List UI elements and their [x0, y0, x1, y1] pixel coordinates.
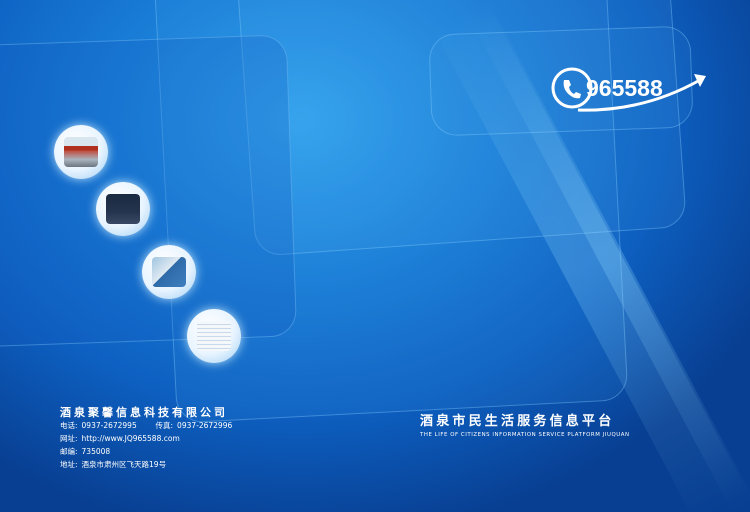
address-value: 酒泉市肃州区飞天路19号 [81, 460, 167, 469]
brochure-cover: 965588 酒泉聚馨信息科技有限公司 电话: 0937-2672995 传真: 0… [0, 0, 750, 512]
contact-address: 地址: 酒泉市肃州区飞天路19号 [60, 459, 166, 470]
address-label: 地址: [60, 460, 78, 469]
phone-value: 0937-2672995 [81, 421, 137, 430]
hotline-number: 965588 [586, 75, 663, 101]
fax-value: 0937-2672996 [177, 421, 233, 430]
spreadsheet-photo [187, 309, 241, 363]
contact-postcode: 邮编: 735008 [60, 446, 110, 457]
postcode-value: 735008 [81, 447, 111, 456]
platform-subtitle: THE LIFE OF CITIZENS INFORMATION SERVICE… [420, 432, 630, 438]
contact-website: 网址: http://www.JQ965588.com [60, 433, 180, 444]
phone-label: 电话: [60, 421, 78, 430]
fax-label: 传真: [155, 421, 174, 430]
website-value: http://www.JQ965588.com [81, 434, 180, 443]
platform-title: 酒泉市民生活服务信息平台 [420, 414, 615, 429]
service-desk-photo [142, 245, 196, 299]
postcode-label: 邮编: [60, 447, 78, 456]
company-name: 酒泉聚馨信息科技有限公司 [60, 406, 228, 419]
building-photo [54, 125, 108, 179]
contact-phone-fax: 电话: 0937-2672995 传真: 0937-2672996 [60, 420, 232, 431]
dark-screen-photo [96, 182, 150, 236]
hotline-logo: 965588 [551, 67, 706, 112]
website-label: 网址: [60, 434, 78, 443]
background-panel [0, 34, 298, 348]
